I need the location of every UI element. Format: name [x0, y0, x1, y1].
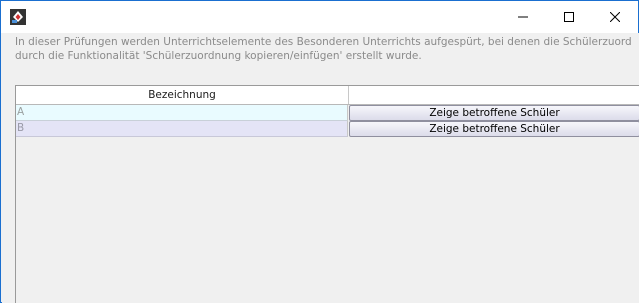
maximize-button[interactable] — [546, 1, 592, 33]
close-button[interactable] — [592, 1, 638, 33]
description-line-1: In dieser Prüfungen werden Unterrichtsel… — [15, 36, 632, 48]
minimize-button[interactable] — [500, 1, 546, 33]
app-icon[interactable] — [10, 9, 26, 25]
column-header-bezeichnung[interactable]: Bezeichnung — [16, 86, 349, 104]
title-bar[interactable] — [1, 1, 638, 33]
minimize-icon — [518, 16, 528, 18]
table-row[interactable]: B Zeige betroffene Schüler — [16, 121, 639, 137]
description-text: In dieser Prüfungen werden Unterrichtsel… — [15, 35, 639, 63]
column-header-action[interactable] — [349, 86, 639, 104]
maximize-icon — [564, 12, 574, 22]
description-line-2: durch die Funktionalität 'Schülerzuordnu… — [15, 50, 422, 62]
dialog-content: In dieser Prüfungen werden Unterrichtsel… — [2, 33, 639, 303]
row-name-cell[interactable]: A — [16, 105, 348, 121]
show-affected-students-button[interactable]: Zeige betroffene Schüler — [349, 105, 639, 121]
table-row[interactable]: A Zeige betroffene Schüler — [16, 105, 639, 121]
dialog-window: In dieser Prüfungen werden Unterrichtsel… — [0, 0, 639, 303]
close-icon — [610, 12, 620, 22]
show-affected-students-button[interactable]: Zeige betroffene Schüler — [349, 121, 639, 137]
table-header: Bezeichnung — [16, 86, 639, 105]
results-table: Bezeichnung A Zeige betroffene Schüler B… — [15, 85, 639, 303]
row-name-cell[interactable]: B — [16, 121, 348, 137]
